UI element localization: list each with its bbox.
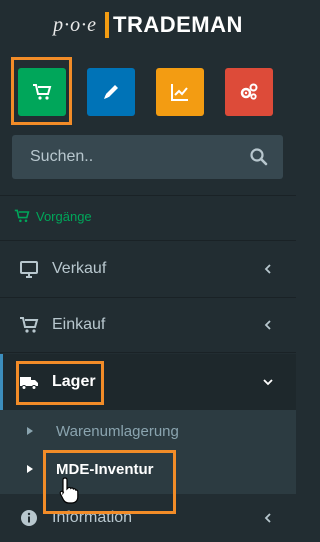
cart-icon <box>14 209 30 223</box>
cogs-icon <box>240 83 258 100</box>
logo-poe-text: p·o·e <box>53 13 97 36</box>
menu-header-vorgaenge: Vorgänge <box>14 204 92 228</box>
sidebar-item-label: Einkauf <box>52 316 106 333</box>
divider <box>0 240 296 241</box>
divider <box>0 297 296 298</box>
divider <box>0 352 296 353</box>
quick-action-tiles <box>18 68 280 116</box>
cart-icon <box>18 314 40 336</box>
info-icon <box>18 507 40 529</box>
sidebar-item-label: Information <box>52 509 133 526</box>
sidebar-item-label: Verkauf <box>52 260 107 277</box>
sidebar-item-einkauf[interactable]: Einkauf <box>0 299 296 351</box>
logo-brand-text: TRADEMAN <box>113 12 243 37</box>
submenu-item-mde-inventur[interactable]: MDE-Inventur <box>0 450 296 488</box>
line-chart-icon <box>171 84 188 101</box>
search-box <box>12 135 283 179</box>
truck-icon <box>18 371 40 393</box>
caret-right-icon <box>27 427 33 435</box>
cart-tile-button[interactable] <box>18 68 66 116</box>
edit-tile-button[interactable] <box>87 68 135 116</box>
divider <box>0 195 296 196</box>
submenu-item-label: Warenumlagerung <box>56 422 179 440</box>
sidebar-item-information[interactable]: Information <box>0 494 296 542</box>
chart-tile-button[interactable] <box>156 68 204 116</box>
caret-right-icon <box>27 465 33 473</box>
hand-cursor-icon <box>59 477 79 504</box>
chevron-left-icon <box>264 513 271 523</box>
search-icon[interactable] <box>249 147 269 167</box>
chevron-left-icon <box>264 264 271 274</box>
app-logo: p·o·e TRADEMAN <box>0 0 296 50</box>
search-input[interactable] <box>12 135 242 179</box>
sidebar-item-verkauf[interactable]: Verkauf <box>0 243 296 295</box>
sidebar-item-label: Lager <box>52 373 96 390</box>
chevron-left-icon <box>264 320 271 330</box>
sidebar-item-lager[interactable]: Lager <box>0 354 296 410</box>
menu-header-label: Vorgänge <box>36 208 92 224</box>
submenu-lager: Warenumlagerung MDE-Inventur <box>0 410 296 494</box>
settings-tile-button[interactable] <box>225 68 273 116</box>
submenu-item-warenumlagerung[interactable]: Warenumlagerung <box>0 412 296 450</box>
cart-icon <box>33 84 52 100</box>
monitor-icon <box>18 258 40 280</box>
submenu-item-label: MDE-Inventur <box>56 460 154 478</box>
pencil-icon <box>104 85 118 99</box>
logo-divider <box>105 12 109 38</box>
chevron-down-icon <box>263 379 273 386</box>
